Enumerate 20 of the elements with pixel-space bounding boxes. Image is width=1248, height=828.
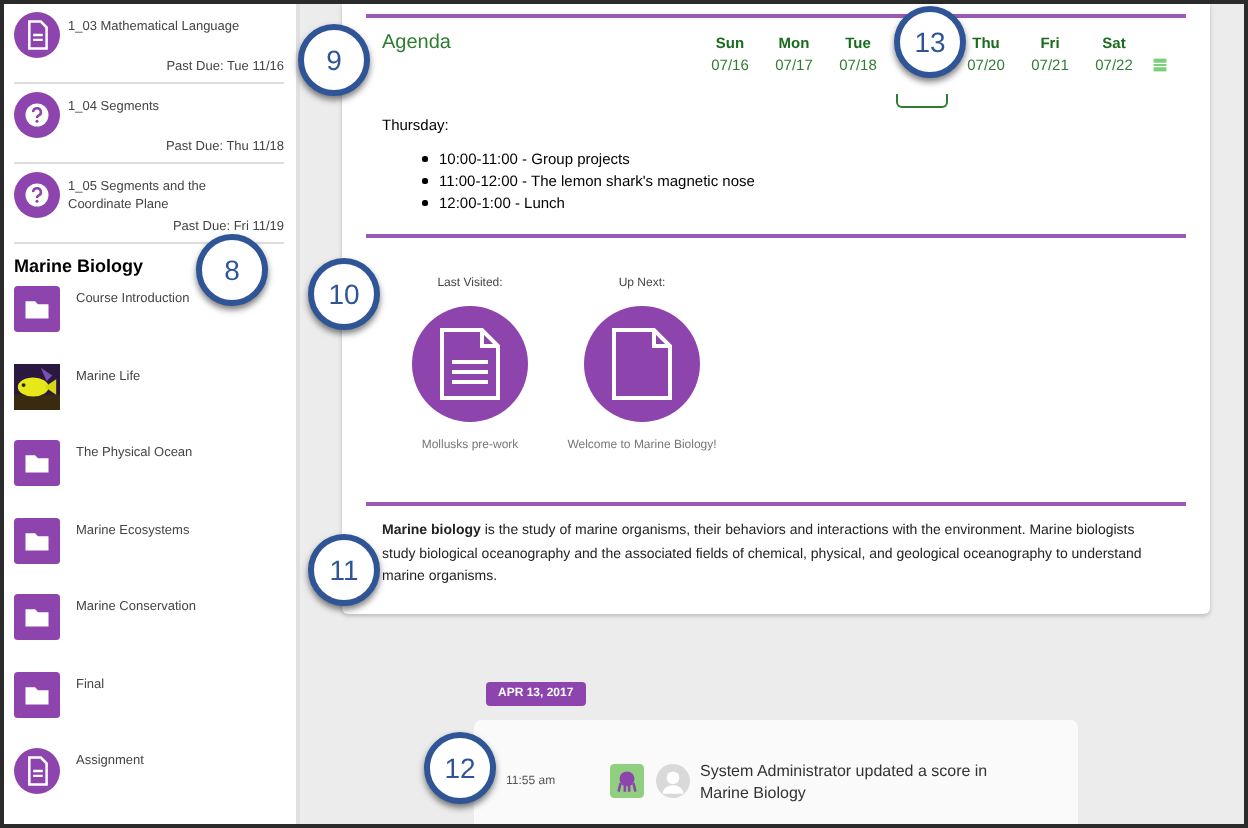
folder-icon: [14, 517, 60, 563]
callout-marker: 12: [424, 732, 496, 804]
document-icon: [14, 12, 60, 58]
folder-icon: [14, 671, 60, 717]
agenda-title: Agenda: [382, 32, 451, 58]
activity-message: System Administrator updated a score in Marine Biology: [700, 759, 990, 803]
document-icon: [14, 748, 60, 794]
day-tab[interactable]: [896, 94, 948, 108]
blank-page-icon[interactable]: [584, 306, 700, 422]
callout-marker: 10: [308, 258, 380, 330]
question-icon: [14, 172, 60, 218]
octopus-icon: [610, 763, 644, 797]
question-icon: [14, 92, 60, 138]
folder-icon: [14, 286, 60, 332]
course-title: Marine Biology: [14, 256, 144, 276]
callout-marker: 11: [308, 534, 380, 606]
folder-icon: [14, 440, 60, 486]
document-icon[interactable]: [412, 306, 528, 422]
avatar-icon: [656, 763, 690, 797]
folder-icon: [14, 594, 60, 640]
